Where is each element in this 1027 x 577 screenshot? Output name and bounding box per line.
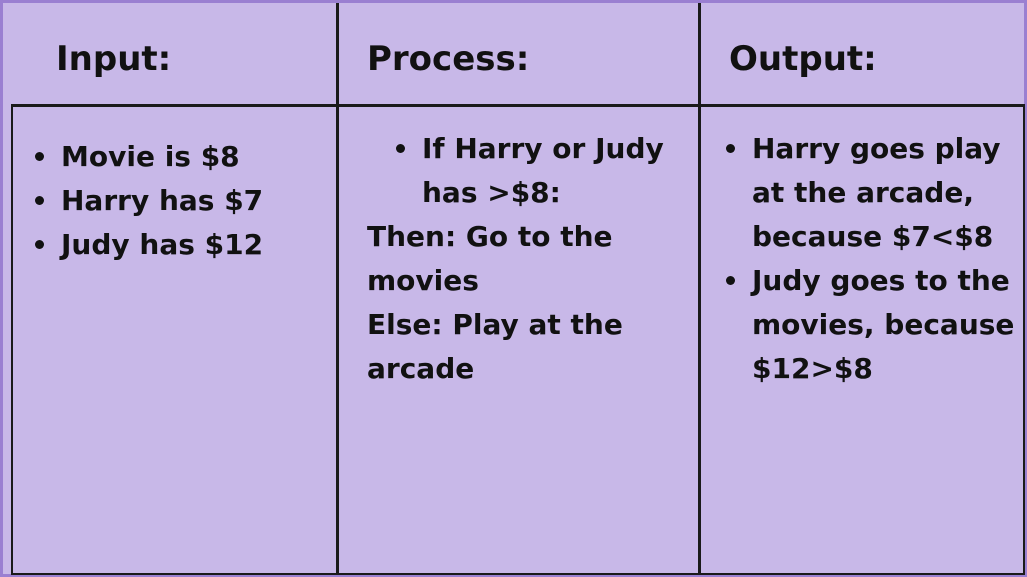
process-else: Else: Play at the arcade [367, 308, 623, 385]
table-bottom-border [11, 573, 1025, 575]
output-header: Output: [729, 39, 877, 79]
process-header: Process: [367, 39, 530, 79]
output-column: Harry goes play at the arcade, because $… [726, 127, 1016, 391]
column-divider-1 [336, 3, 339, 575]
output-item: Harry goes play at the arcade, because $… [726, 127, 1016, 259]
header-divider [11, 104, 1025, 107]
output-item: Judy goes to the movies, because $12>$8 [726, 259, 1016, 391]
input-item: Judy has $12 [35, 223, 325, 267]
table-right-border [1023, 104, 1025, 575]
input-column: Movie is $8 Harry has $7 Judy has $12 [35, 135, 325, 267]
column-divider-2 [698, 3, 701, 575]
process-column: If Harry or Judy has >$8: Then: Go to th… [367, 127, 687, 391]
table-left-border [11, 104, 13, 575]
ipo-chart: Input: Process: Output: Movie is $8 Harr… [0, 0, 1027, 577]
process-condition: If Harry or Judy has >$8: [396, 127, 687, 215]
input-item: Harry has $7 [35, 179, 325, 223]
input-item: Movie is $8 [35, 135, 325, 179]
input-header: Input: [56, 39, 172, 79]
process-then: Then: Go to the movies [367, 220, 613, 297]
